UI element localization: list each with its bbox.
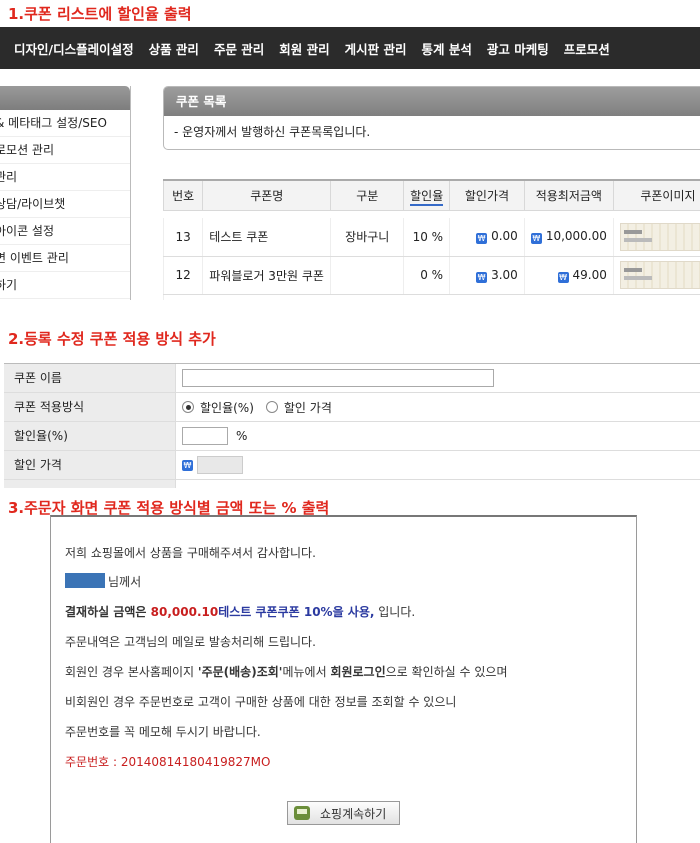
cell-price: ₩3.00 [449,256,525,295]
coupon-table: 번호 쿠폰명 구분 할인율 할인가격 적용최저금액 쿠폰이미지 13 테스트 쿠… [163,179,700,300]
col-no: 번호 [163,179,204,211]
cell-name[interactable]: 테스트 쿠폰 [202,218,331,257]
nav-marketing[interactable]: 광고 마케팅 [487,39,549,58]
top-nav: 디자인/디스플레이설정 상품 관리 주문 관리 회원 관리 게시판 관리 통계 … [0,27,700,69]
sidebar-item-promotion[interactable]: 로모션 관리 [0,137,130,164]
cell-no: 13 [163,218,203,257]
sidebar-item-livechat[interactable]: 상담/라이브챗 [0,191,130,218]
nav-design[interactable]: 디자인/디스플레이설정 [14,39,134,58]
sidebar-item-event[interactable]: 면 이벤트 관리 [0,245,130,272]
col-min: 적용최저금액 [523,179,614,211]
nav-stats[interactable]: 통계 분석 [422,39,472,58]
cell-image [612,218,700,257]
cell-name[interactable]: 파워블로거 3만원 쿠폰 [202,256,331,295]
cell-rate: 10 % [403,218,450,257]
col-image: 쿠폰이미지 [612,179,700,211]
pay-coupon: 테스트 쿠폰쿠폰 10%을 사용, [218,605,375,619]
price-label: 할인 가격 [4,451,176,479]
table-row[interactable]: 13 테스트 쿠폰 장바구니 10 % ₩0.00 ₩10,000.00 [163,218,700,257]
customer-line: 님께서 [65,573,141,590]
sidebar: & 메타태그 설정/SEO 로모션 관리 관리 상담/라이브챗 아이콘 설정 면… [0,86,131,300]
table-row[interactable] [163,294,700,300]
won-icon: ₩ [530,233,542,245]
member-text: 회원인 경우 본사홈페이지 '주문(배송)조회'메뉴에서 회원로그인으로 확인하… [65,665,508,679]
pay-line: 결재하실 금액은 80,000.10테스트 쿠폰쿠폰 10%을 사용, 입니다. [65,605,416,619]
col-type: 구분 [330,179,405,211]
cell-type: 장바구니 [330,218,404,257]
nav-products[interactable]: 상품 관리 [149,39,199,58]
rate-input[interactable] [182,427,228,445]
order-number: 주문번호 : 20140814180419827MO [65,755,271,769]
sidebar-header [0,86,130,110]
cell-min: ₩10,000.00 [523,218,614,257]
thanks-text: 저희 쇼핑몰에서 상품을 구매해주셔서 감사합니다. [65,546,316,560]
rate-unit: % [236,429,248,443]
continue-shopping-button[interactable]: 쇼핑계속하기 [287,801,400,825]
coupon-list-desc: - 운영자께서 발행하신 쿠폰목록입니다. [174,125,371,139]
customer-name-box [65,573,105,588]
cell-price: ₩0.00 [449,218,525,257]
method-rate-radio[interactable] [182,401,194,413]
pay-amount: 80,000.10 [150,605,219,619]
continue-shopping-label: 쇼핑계속하기 [320,806,387,821]
sidebar-item-seo[interactable]: & 메타태그 설정/SEO [0,110,130,137]
cell-type [330,256,404,295]
section2-title: 2.등록 수정 쿠폰 적용 방식 추가 [8,330,216,348]
method-rate-label: 할인율(%) [200,400,254,415]
nav-members[interactable]: 회원 관리 [279,39,329,58]
coupon-image [619,222,700,251]
coupon-list-box: 쿠폰 목록 - 운영자께서 발행하신 쿠폰목록입니다. [163,86,700,150]
order-complete-panel: 저희 쇼핑몰에서 상품을 구매해주셔서 감사합니다. 님께서 결재하실 금액은 … [50,515,637,843]
table-row[interactable]: 12 파워블로거 3만원 쿠폰 0 % ₩3.00 ₩49.00 [163,256,700,295]
mail-text: 주문내역은 고객님의 메일로 발송처리해 드립니다. [65,635,316,649]
next-row-label [4,480,176,488]
memo-text: 주문번호를 꼭 메모해 두시기 바랍니다. [65,725,261,739]
sidebar-item-manage[interactable]: 관리 [0,164,130,191]
coupon-form: 쿠폰 이름 쿠폰 적용방식 할인율(%) 할인 가격 할인율(%) % 할인 가… [4,363,700,488]
col-name: 쿠폰명 [202,179,332,211]
method-label: 쿠폰 적용방식 [4,393,176,421]
col-rate[interactable]: 할인율 [403,179,451,211]
won-icon: ₩ [557,271,569,283]
won-icon: ₩ [476,233,488,245]
sidebar-item-icon[interactable]: 아이콘 설정 [0,218,130,245]
cell-image [612,256,700,295]
coupon-name-input[interactable] [182,369,494,387]
nav-orders[interactable]: 주문 관리 [214,39,264,58]
sidebar-item-more[interactable]: 하기 [0,272,130,299]
coupon-list-title: 쿠폰 목록 [164,87,700,116]
method-price-label: 할인 가격 [283,400,332,415]
won-icon: ₩ [182,459,193,471]
col-price: 할인가격 [449,179,525,211]
coupon-image [619,261,700,289]
guest-text: 비회원인 경우 주문번호로 고객이 구매한 상품에 대한 정보를 조회할 수 있… [65,695,457,709]
coupon-name-label: 쿠폰 이름 [4,364,176,392]
cell-min: ₩49.00 [523,256,614,295]
nav-board[interactable]: 게시판 관리 [345,39,407,58]
rate-label: 할인율(%) [4,422,176,450]
cart-icon [294,806,310,820]
cell-rate: 0 % [403,256,450,295]
cell-no: 12 [163,256,203,295]
nav-promotion[interactable]: 프로모션 [564,39,610,58]
section1-title: 1.쿠폰 리스트에 할인율 출력 [8,5,192,23]
method-price-radio[interactable] [265,401,278,413]
price-input[interactable] [197,456,243,474]
won-icon: ₩ [476,271,488,283]
